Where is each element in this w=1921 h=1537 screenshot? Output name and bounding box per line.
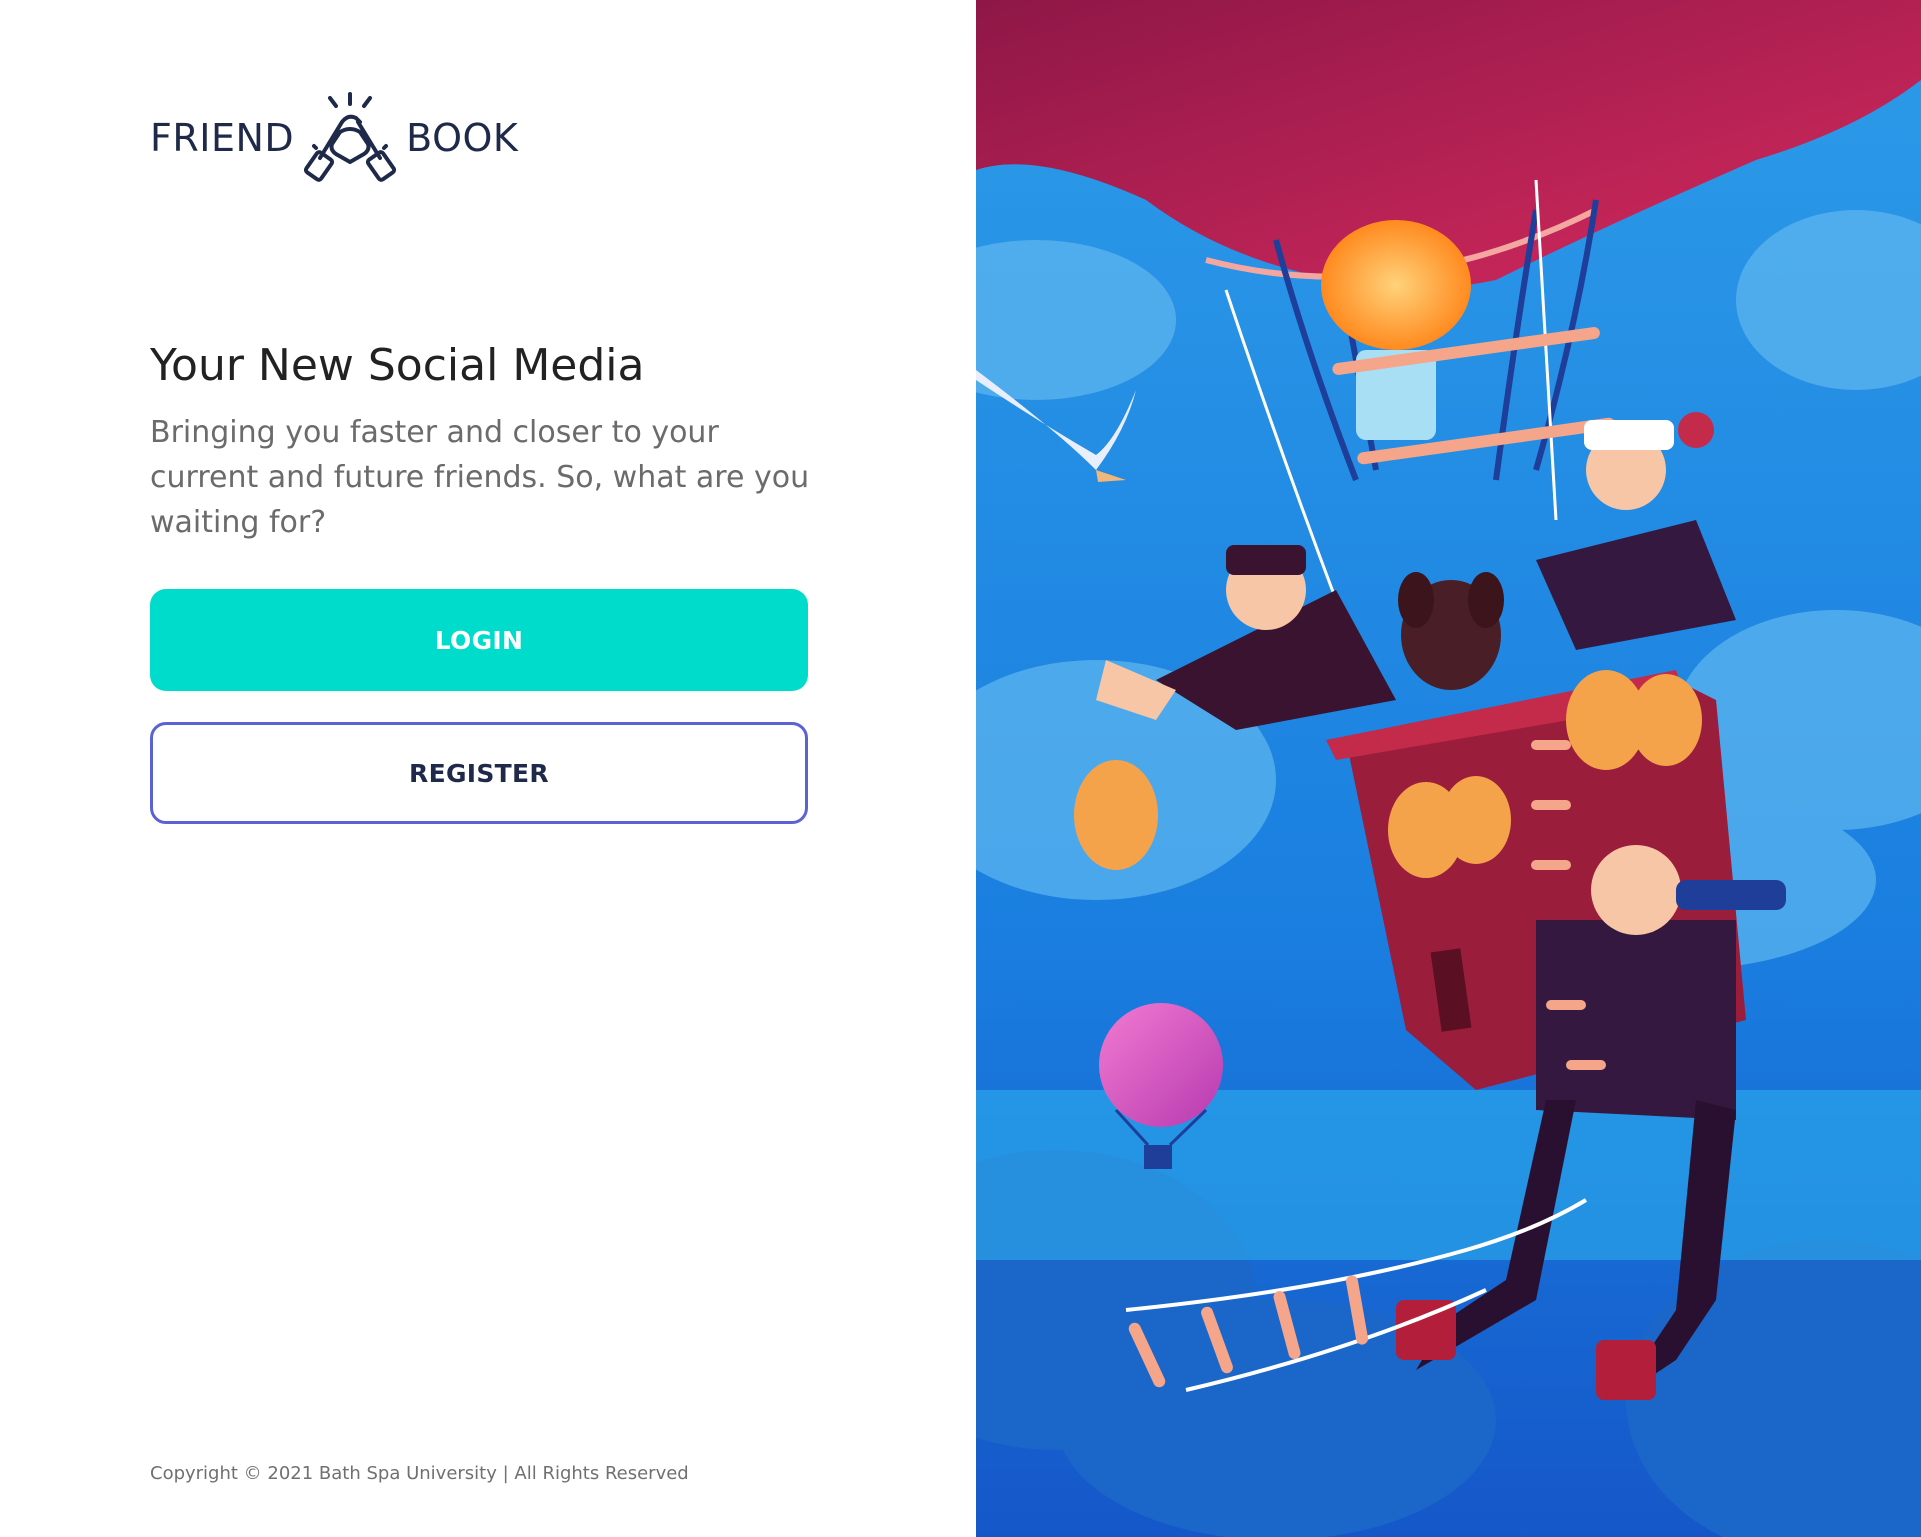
welcome-panel: FRIEND BOOK Your New Social Media Bringi… <box>0 0 976 1537</box>
brand-word-right: BOOK <box>406 116 519 160</box>
handshake-icon <box>304 92 397 182</box>
small-balloon <box>1099 1003 1223 1127</box>
hero-illustration <box>976 0 1921 1537</box>
page-title: Your New Social Media <box>150 340 645 391</box>
register-button[interactable]: REGISTER <box>150 722 808 824</box>
brand-logo[interactable]: FRIEND BOOK <box>150 88 518 188</box>
landing-page: FRIEND BOOK Your New Social Media Bringi… <box>0 0 1921 1537</box>
login-button-label: LOGIN <box>434 625 524 655</box>
brand-word-left: FRIEND <box>150 116 295 160</box>
register-button-label: REGISTER <box>409 758 549 788</box>
copyright-text: Copyright © 2021 Bath Spa University | A… <box>150 1463 689 1484</box>
sea-band <box>976 1090 1921 1260</box>
burner-flame <box>1321 220 1471 350</box>
login-button[interactable]: LOGIN <box>150 589 808 691</box>
page-subtitle: Bringing you faster and closer to your c… <box>150 415 810 540</box>
balloon-illustration <box>976 0 1921 1537</box>
